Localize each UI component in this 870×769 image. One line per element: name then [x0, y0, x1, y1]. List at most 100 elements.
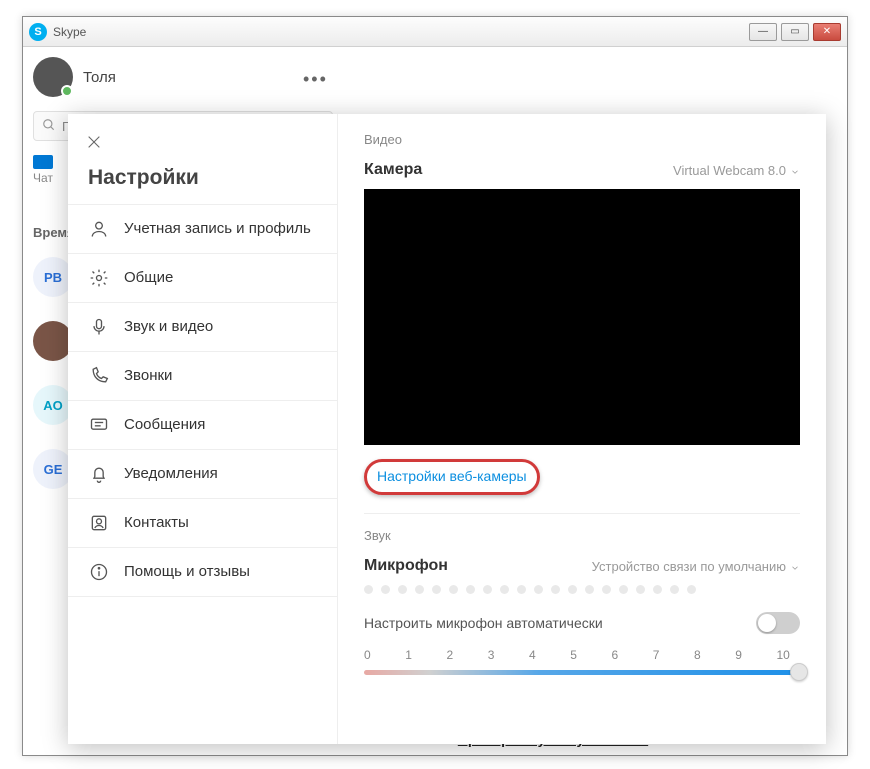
bell-icon [88, 463, 110, 485]
toggle-knob [758, 614, 776, 632]
gear-icon [88, 267, 110, 289]
level-dot [585, 585, 594, 594]
chevron-down-icon [790, 165, 800, 175]
video-group-label: Видео [364, 132, 800, 147]
app-body: Толя ••• П Чат Время PB AO GE Не вы? Про… [23, 47, 847, 755]
camera-selector[interactable]: Virtual Webcam 8.0 [673, 163, 800, 178]
camera-row: Камера Virtual Webcam 8.0 [364, 161, 800, 179]
maximize-button[interactable]: ▭ [781, 23, 809, 41]
slider-tick: 9 [735, 648, 742, 662]
settings-content: Видео Камера Virtual Webcam 8.0 Настройк… [338, 114, 826, 744]
webcam-settings-highlight: Настройки веб-камеры [364, 459, 540, 495]
settings-sidebar: Настройки Учетная запись и профиль Общие… [68, 114, 338, 744]
slider-tick: 6 [612, 648, 619, 662]
nav-label: Звонки [124, 367, 317, 386]
contact-item[interactable] [33, 321, 73, 361]
mic-value: Устройство связи по умолчанию [592, 559, 786, 574]
mic-row: Микрофон Устройство связи по умолчанию [364, 557, 800, 575]
audio-group-label: Звук [364, 528, 800, 543]
app-window: S Skype — ▭ ✕ Толя ••• П Чат Время [22, 16, 848, 756]
nav-label: Контакты [124, 514, 317, 533]
slider-tick: 0 [364, 648, 371, 662]
slider-tick: 4 [529, 648, 536, 662]
level-dot [687, 585, 696, 594]
settings-close-button[interactable] [74, 122, 114, 162]
profile-name: Толя [83, 69, 116, 86]
presence-dot-icon [61, 85, 73, 97]
nav-contacts[interactable]: Контакты [68, 498, 337, 547]
profile-header: Толя [33, 57, 116, 97]
titlebar: S Skype — ▭ ✕ [23, 17, 847, 47]
level-dot [619, 585, 628, 594]
auto-mic-toggle[interactable] [756, 612, 800, 634]
webcam-settings-link[interactable]: Настройки веб-камеры [377, 468, 527, 484]
close-button[interactable]: ✕ [813, 23, 841, 41]
slider-tick: 3 [488, 648, 495, 662]
tab-chats[interactable]: Чат [33, 155, 53, 185]
level-dot [670, 585, 679, 594]
auto-mic-row: Настроить микрофон автоматически [364, 612, 800, 634]
contact-item[interactable]: PB [33, 257, 73, 297]
nav-help[interactable]: Помощь и отзывы [68, 547, 337, 597]
window-title: Skype [53, 25, 749, 39]
info-icon [88, 561, 110, 583]
level-dot [551, 585, 560, 594]
slider-tick: 2 [447, 648, 454, 662]
nav-label: Общие [124, 269, 317, 288]
slider-labels: 0 1 2 3 4 5 6 7 8 9 10 [364, 648, 790, 662]
mic-icon [88, 316, 110, 338]
nav-label: Помощь и отзывы [124, 563, 317, 582]
skype-logo-icon: S [29, 23, 47, 41]
search-icon [42, 118, 56, 135]
contact-item[interactable]: AO [33, 385, 73, 425]
contact-item[interactable]: GE [33, 449, 73, 489]
level-dot [398, 585, 407, 594]
level-dot [602, 585, 611, 594]
mic-slider[interactable]: 0 1 2 3 4 5 6 7 8 9 10 [364, 648, 800, 675]
contact-list: PB AO GE [33, 257, 73, 489]
minimize-button[interactable]: — [749, 23, 777, 41]
mic-selector[interactable]: Устройство связи по умолчанию [592, 559, 800, 574]
nav-account[interactable]: Учетная запись и профиль [68, 204, 337, 253]
nav-messages[interactable]: Сообщения [68, 400, 337, 449]
divider [364, 513, 800, 514]
level-dot [466, 585, 475, 594]
mic-level-meter [364, 585, 800, 594]
nav-audio-video[interactable]: Звук и видео [68, 302, 337, 351]
contacts-icon [88, 512, 110, 534]
level-dot [568, 585, 577, 594]
slider-tick: 8 [694, 648, 701, 662]
nav-label: Учетная запись и профиль [124, 220, 317, 239]
slider-tick: 7 [653, 648, 660, 662]
avatar[interactable] [33, 57, 73, 97]
slider-thumb[interactable] [790, 663, 808, 681]
tab-label: Чат [33, 171, 53, 185]
slider-tick: 5 [570, 648, 577, 662]
level-dot [636, 585, 645, 594]
level-dot [432, 585, 441, 594]
nav-calls[interactable]: Звонки [68, 351, 337, 400]
nav-label: Сообщения [124, 416, 317, 435]
account-icon [88, 218, 110, 240]
level-dot [517, 585, 526, 594]
level-dot [381, 585, 390, 594]
level-dot [483, 585, 492, 594]
level-dot [500, 585, 509, 594]
close-icon [86, 134, 102, 150]
tab-strip: Чат [33, 155, 53, 185]
level-dot [653, 585, 662, 594]
mic-label: Микрофон [364, 557, 448, 575]
nav-general[interactable]: Общие [68, 253, 337, 302]
auto-mic-label: Настроить микрофон автоматически [364, 615, 603, 631]
level-dot [364, 585, 373, 594]
nav-label: Звук и видео [124, 318, 317, 337]
camera-value: Virtual Webcam 8.0 [673, 163, 786, 178]
nav-notifications[interactable]: Уведомления [68, 449, 337, 498]
more-button[interactable]: ••• [303, 69, 328, 90]
nav-label: Уведомления [124, 465, 317, 484]
chat-icon [33, 155, 53, 169]
level-dot [449, 585, 458, 594]
slider-tick: 10 [777, 648, 790, 662]
camera-label: Камера [364, 161, 422, 179]
level-dot [534, 585, 543, 594]
